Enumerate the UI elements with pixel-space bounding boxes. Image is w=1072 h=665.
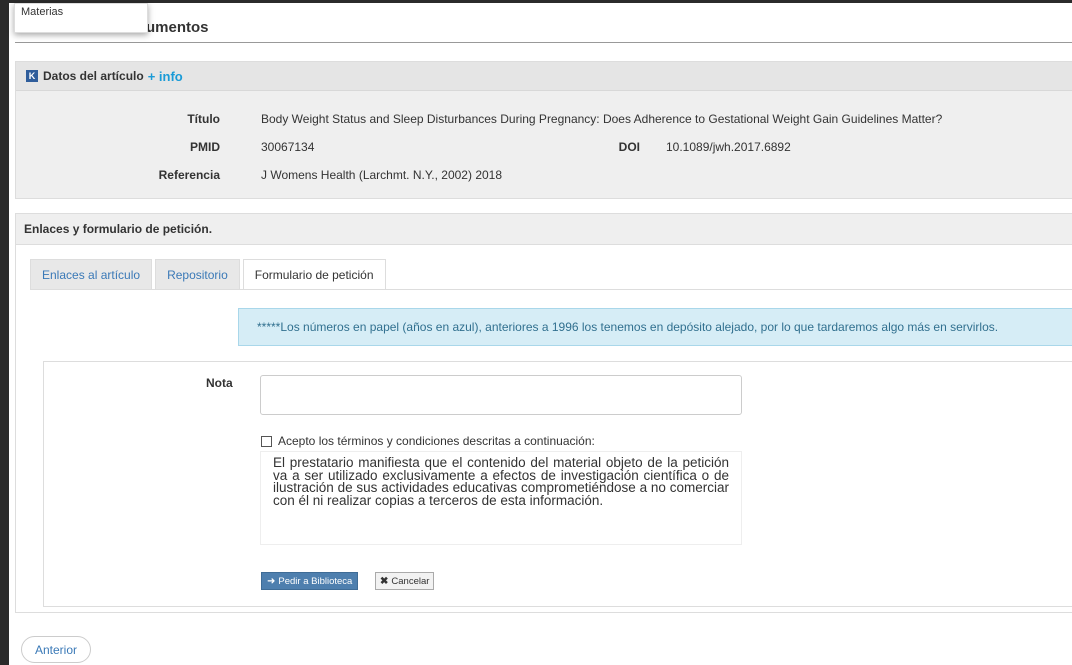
accept-label: Acepto los términos y condiciones descri… <box>278 434 595 448</box>
page: Materias umentos K Datos del artículo + … <box>9 3 1072 665</box>
heading-divider <box>15 42 1072 43</box>
cancel-button[interactable]: ✖ Cancelar <box>375 572 435 590</box>
submit-request-button[interactable]: ➜ Pedir a Biblioteca <box>261 572 359 590</box>
arrow-right-icon: ➜ <box>267 575 276 587</box>
referencia-value: J Womens Health (Larchmt. N.Y., 2002) 20… <box>261 168 503 182</box>
more-info-link[interactable]: + info <box>148 69 183 84</box>
dropdown-item-materias[interactable]: Materias <box>15 4 147 20</box>
article-panel-header: K Datos del artículo + info <box>16 62 1072 91</box>
tab-repositorio[interactable]: Repositorio <box>155 259 240 289</box>
pmid-label: PMID <box>190 140 220 154</box>
request-form: Nota Acepto los términos y condiciones d… <box>43 361 1072 607</box>
page-title: umentos <box>146 19 209 36</box>
referencia-label: Referencia <box>158 168 220 182</box>
tabs-divider <box>30 289 1072 290</box>
article-panel: K Datos del artículo + info Título Body … <box>15 61 1072 199</box>
article-panel-title: Datos del artículo <box>43 69 144 83</box>
previous-button[interactable]: Anterior <box>21 636 92 663</box>
info-alert: *****Los números en papel (años en azul)… <box>238 308 1072 346</box>
tab-bar: Enlaces al artículo Repositorio Formular… <box>30 259 389 290</box>
tab-formulario[interactable]: Formulario de petición <box>242 259 386 290</box>
terms-text: El prestatario manifiesta que el conteni… <box>260 451 742 545</box>
accept-checkbox[interactable] <box>261 435 272 447</box>
links-panel: Enlaces y formulario de petición. Enlace… <box>15 213 1072 613</box>
accept-terms[interactable]: Acepto los términos y condiciones descri… <box>261 434 595 448</box>
titulo-value: Body Weight Status and Sleep Disturbance… <box>261 112 943 126</box>
titulo-label: Título <box>187 112 220 126</box>
window-frame-left <box>0 0 9 665</box>
tab-enlaces[interactable]: Enlaces al artículo <box>30 259 153 289</box>
submit-request-label: Pedir a Biblioteca <box>278 575 353 587</box>
pmid-value: 30067134 <box>261 140 315 154</box>
document-icon: K <box>26 70 38 82</box>
doi-value: 10.1089/jwh.2017.6892 <box>666 140 791 154</box>
links-panel-title: Enlaces y formulario de petición. <box>16 214 1072 245</box>
nota-input[interactable] <box>260 375 742 415</box>
close-icon: ✖ <box>380 575 389 587</box>
nota-label: Nota <box>206 376 233 390</box>
cancel-label: Cancelar <box>391 575 430 587</box>
doi-label: DOI <box>618 140 640 154</box>
dropdown-menu: Materias <box>14 3 148 33</box>
